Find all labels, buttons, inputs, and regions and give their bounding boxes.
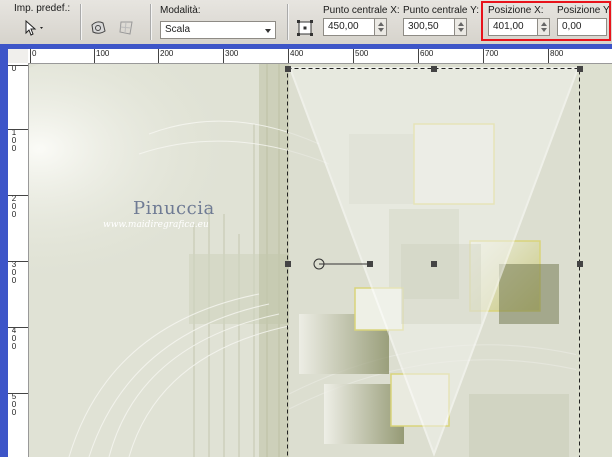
highlight-box xyxy=(481,1,611,41)
ruler-tick: 0 xyxy=(8,64,28,73)
deform-center-handle[interactable] xyxy=(431,261,437,267)
deform-tool-icon xyxy=(91,21,106,34)
horizontal-ruler[interactable]: 0 100 200 300 400 500 600 700 800 xyxy=(28,49,612,64)
preset-dropdown[interactable] xyxy=(22,17,48,39)
ruler-tick: 400 xyxy=(288,49,304,63)
toolbar-separator xyxy=(80,4,81,40)
apply-center-icon xyxy=(297,20,313,36)
deform-handle-top-right[interactable] xyxy=(577,66,583,72)
deform-bounding-box[interactable] xyxy=(29,64,612,457)
ruler-tick: 600 xyxy=(418,49,434,63)
deform-handle-top-left[interactable] xyxy=(285,66,291,72)
ruler-tick: 2 0 0 xyxy=(8,194,28,219)
ruler-tick: 700 xyxy=(483,49,499,63)
ruler-corner xyxy=(8,49,29,64)
watermark: Pinuccia xyxy=(133,198,215,219)
watermark-url-wrap: www.maidiregrafica.eu xyxy=(103,220,209,230)
toolbar-separator xyxy=(150,4,151,40)
preset-label: Imp. predef.: xyxy=(14,3,71,14)
mesh-button[interactable] xyxy=(116,17,138,39)
deform-handle-left[interactable] xyxy=(285,261,291,267)
center-x-label: Punto centrale X: xyxy=(323,5,400,16)
document-canvas[interactable]: Pinuccia www.maidiregrafica.eu xyxy=(29,64,612,457)
ruler-tick: 4 0 0 xyxy=(8,326,28,351)
ruler-tick: 1 0 0 xyxy=(8,128,28,153)
pick-tool-icon xyxy=(25,19,43,36)
center-y-input[interactable]: 300,50 xyxy=(403,18,455,36)
chevron-down-icon xyxy=(265,29,271,33)
deform-handle-top[interactable] xyxy=(431,66,437,72)
mode-label: Modalità: xyxy=(160,5,201,16)
ruler-tick: 100 xyxy=(94,49,110,63)
tool-options-toolbar: Imp. predef.: Modalità: Scala Punto cent… xyxy=(0,0,612,45)
ruler-tick: 200 xyxy=(158,49,174,63)
toolbar-separator xyxy=(287,4,288,40)
watermark-url: www.maidiregrafica.eu xyxy=(103,220,209,230)
mode-select[interactable]: Scala xyxy=(160,21,276,39)
vertical-ruler[interactable]: 0 1 0 0 2 0 0 3 0 0 4 0 0 5 0 0 xyxy=(8,63,29,457)
mesh-tool-icon xyxy=(119,21,133,35)
deform-handle-right[interactable] xyxy=(577,261,583,267)
ruler-tick: 500 xyxy=(353,49,369,63)
center-x-input[interactable]: 450,00 xyxy=(323,18,375,36)
ruler-tick: 300 xyxy=(223,49,239,63)
center-y-spinner[interactable] xyxy=(455,18,467,36)
center-y-label: Punto centrale Y: xyxy=(403,5,479,16)
ruler-tick: 3 0 0 xyxy=(8,260,28,285)
ruler-tick: 5 0 0 xyxy=(8,392,28,417)
apply-center-button[interactable] xyxy=(294,17,316,39)
mode-select-value: Scala xyxy=(165,24,191,35)
center-x-spinner[interactable] xyxy=(375,18,387,36)
watermark-name: Pinuccia xyxy=(133,198,215,219)
ruler-tick: 800 xyxy=(548,49,564,63)
deform-button[interactable] xyxy=(88,17,110,39)
ruler-tick: 0 xyxy=(30,49,37,63)
